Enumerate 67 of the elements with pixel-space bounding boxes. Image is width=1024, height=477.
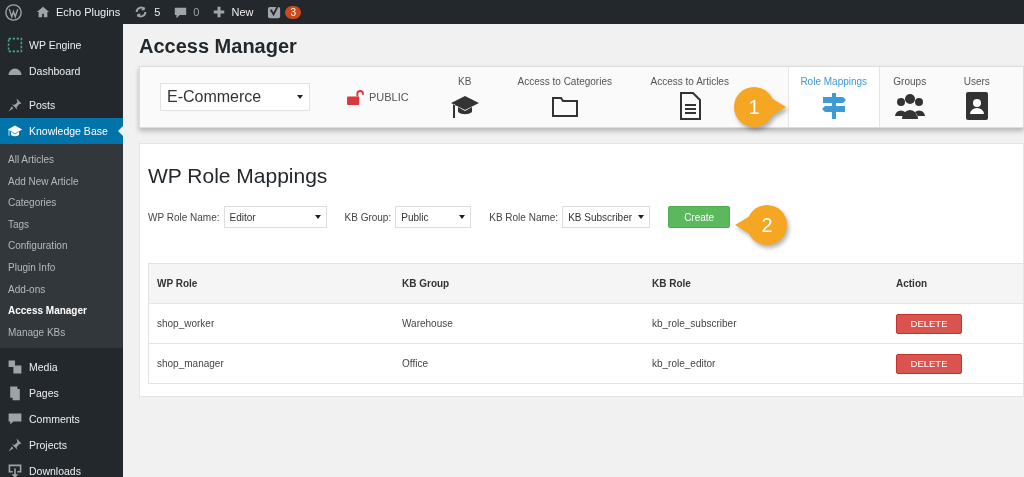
submenu-item[interactable]: Manage KBs xyxy=(0,321,123,344)
submenu-item[interactable]: All Articles xyxy=(0,149,123,171)
notification-badge: 3 xyxy=(285,5,302,19)
grid-icon xyxy=(7,37,23,53)
dropdown[interactable]: Editor xyxy=(223,206,327,228)
home-icon[interactable] xyxy=(36,5,50,19)
toolbar-tab[interactable]: Groups xyxy=(883,67,936,127)
field-label: KB Role Name: xyxy=(489,211,559,223)
sidebar-item[interactable]: Comments xyxy=(0,406,123,433)
field-label: WP Role Name: xyxy=(148,211,220,223)
sidebar-item[interactable]: Knowledge Base xyxy=(0,118,123,144)
media-icon xyxy=(7,359,23,376)
new-link[interactable]: New xyxy=(231,6,254,18)
pages-icon xyxy=(7,385,23,402)
dropdown[interactable]: KB Subscriber xyxy=(562,206,651,228)
pin-icon xyxy=(7,97,23,113)
sidebar-item[interactable]: Downloads xyxy=(0,458,123,477)
field-label: KB Group: xyxy=(344,211,392,223)
seo-icon[interactable] xyxy=(267,4,283,20)
table-cell-text: kb_role_editor xyxy=(651,358,717,369)
column-header: WP Role xyxy=(156,278,199,289)
table-cell-text: shop_manager xyxy=(156,358,225,369)
table-cell-text: kb_role_subscriber xyxy=(651,318,738,329)
toolbar-tab[interactable]: KB xyxy=(444,67,485,127)
submenu-item[interactable]: Tags xyxy=(0,213,123,236)
table-cell-text: shop_worker xyxy=(156,318,216,329)
table-cell-text: Office xyxy=(401,358,429,369)
submenu-item[interactable]: Plugin Info xyxy=(0,256,123,279)
step-callout: 1 xyxy=(734,87,786,127)
sidebar-item[interactable]: Pages xyxy=(0,380,123,407)
delete-button[interactable]: DELETE xyxy=(896,353,962,374)
download-icon xyxy=(7,463,23,477)
table-cell-text: Warehouse xyxy=(401,318,454,329)
group-icon xyxy=(894,91,925,121)
sidebar-item[interactable]: Projects xyxy=(0,432,123,459)
dropdown[interactable]: Public xyxy=(395,206,472,228)
kb-select[interactable]: E-Commerce xyxy=(160,83,310,111)
updates-count[interactable]: 5 xyxy=(154,6,161,18)
submenu-item[interactable]: Add-ons xyxy=(0,278,123,301)
pin-icon xyxy=(7,437,23,454)
step-callout: 2 xyxy=(735,205,787,245)
column-header: KB Role xyxy=(651,278,692,289)
access-label: PUBLIC xyxy=(369,91,409,103)
submenu-item[interactable]: Categories xyxy=(0,192,123,214)
unlock-icon xyxy=(346,89,365,105)
sidebar-item[interactable]: Dashboard xyxy=(0,58,123,84)
graduation-cap-icon xyxy=(7,123,23,139)
sidebar-item[interactable]: WP Engine xyxy=(0,32,123,58)
column-header: KB Group xyxy=(401,278,451,289)
toolbar-tab[interactable]: Access to Articles xyxy=(647,67,732,127)
wordpress-logo-icon[interactable] xyxy=(5,3,22,21)
submenu-item[interactable]: Add New Article xyxy=(0,170,123,193)
toolbar-tab[interactable]: Access to Categories xyxy=(509,67,620,127)
plus-icon[interactable] xyxy=(213,6,226,18)
site-name-link[interactable]: Echo Plugins xyxy=(56,6,121,18)
comment-icon[interactable] xyxy=(174,5,188,19)
section-heading: WP Role Mappings xyxy=(148,164,329,188)
refresh-icon[interactable] xyxy=(134,5,149,19)
toolbar-tab[interactable]: Users xyxy=(951,67,1002,127)
submenu-item[interactable]: Configuration xyxy=(0,235,123,257)
comments-count[interactable]: 0 xyxy=(193,6,200,18)
delete-button[interactable]: DELETE xyxy=(896,313,962,334)
sidebar-item[interactable]: Posts xyxy=(0,92,123,118)
sidebar-item[interactable]: Media xyxy=(0,354,123,381)
column-header: Action xyxy=(895,278,929,289)
submenu-item[interactable]: Access Manager xyxy=(0,300,123,322)
page-title: Access Manager xyxy=(139,34,298,55)
